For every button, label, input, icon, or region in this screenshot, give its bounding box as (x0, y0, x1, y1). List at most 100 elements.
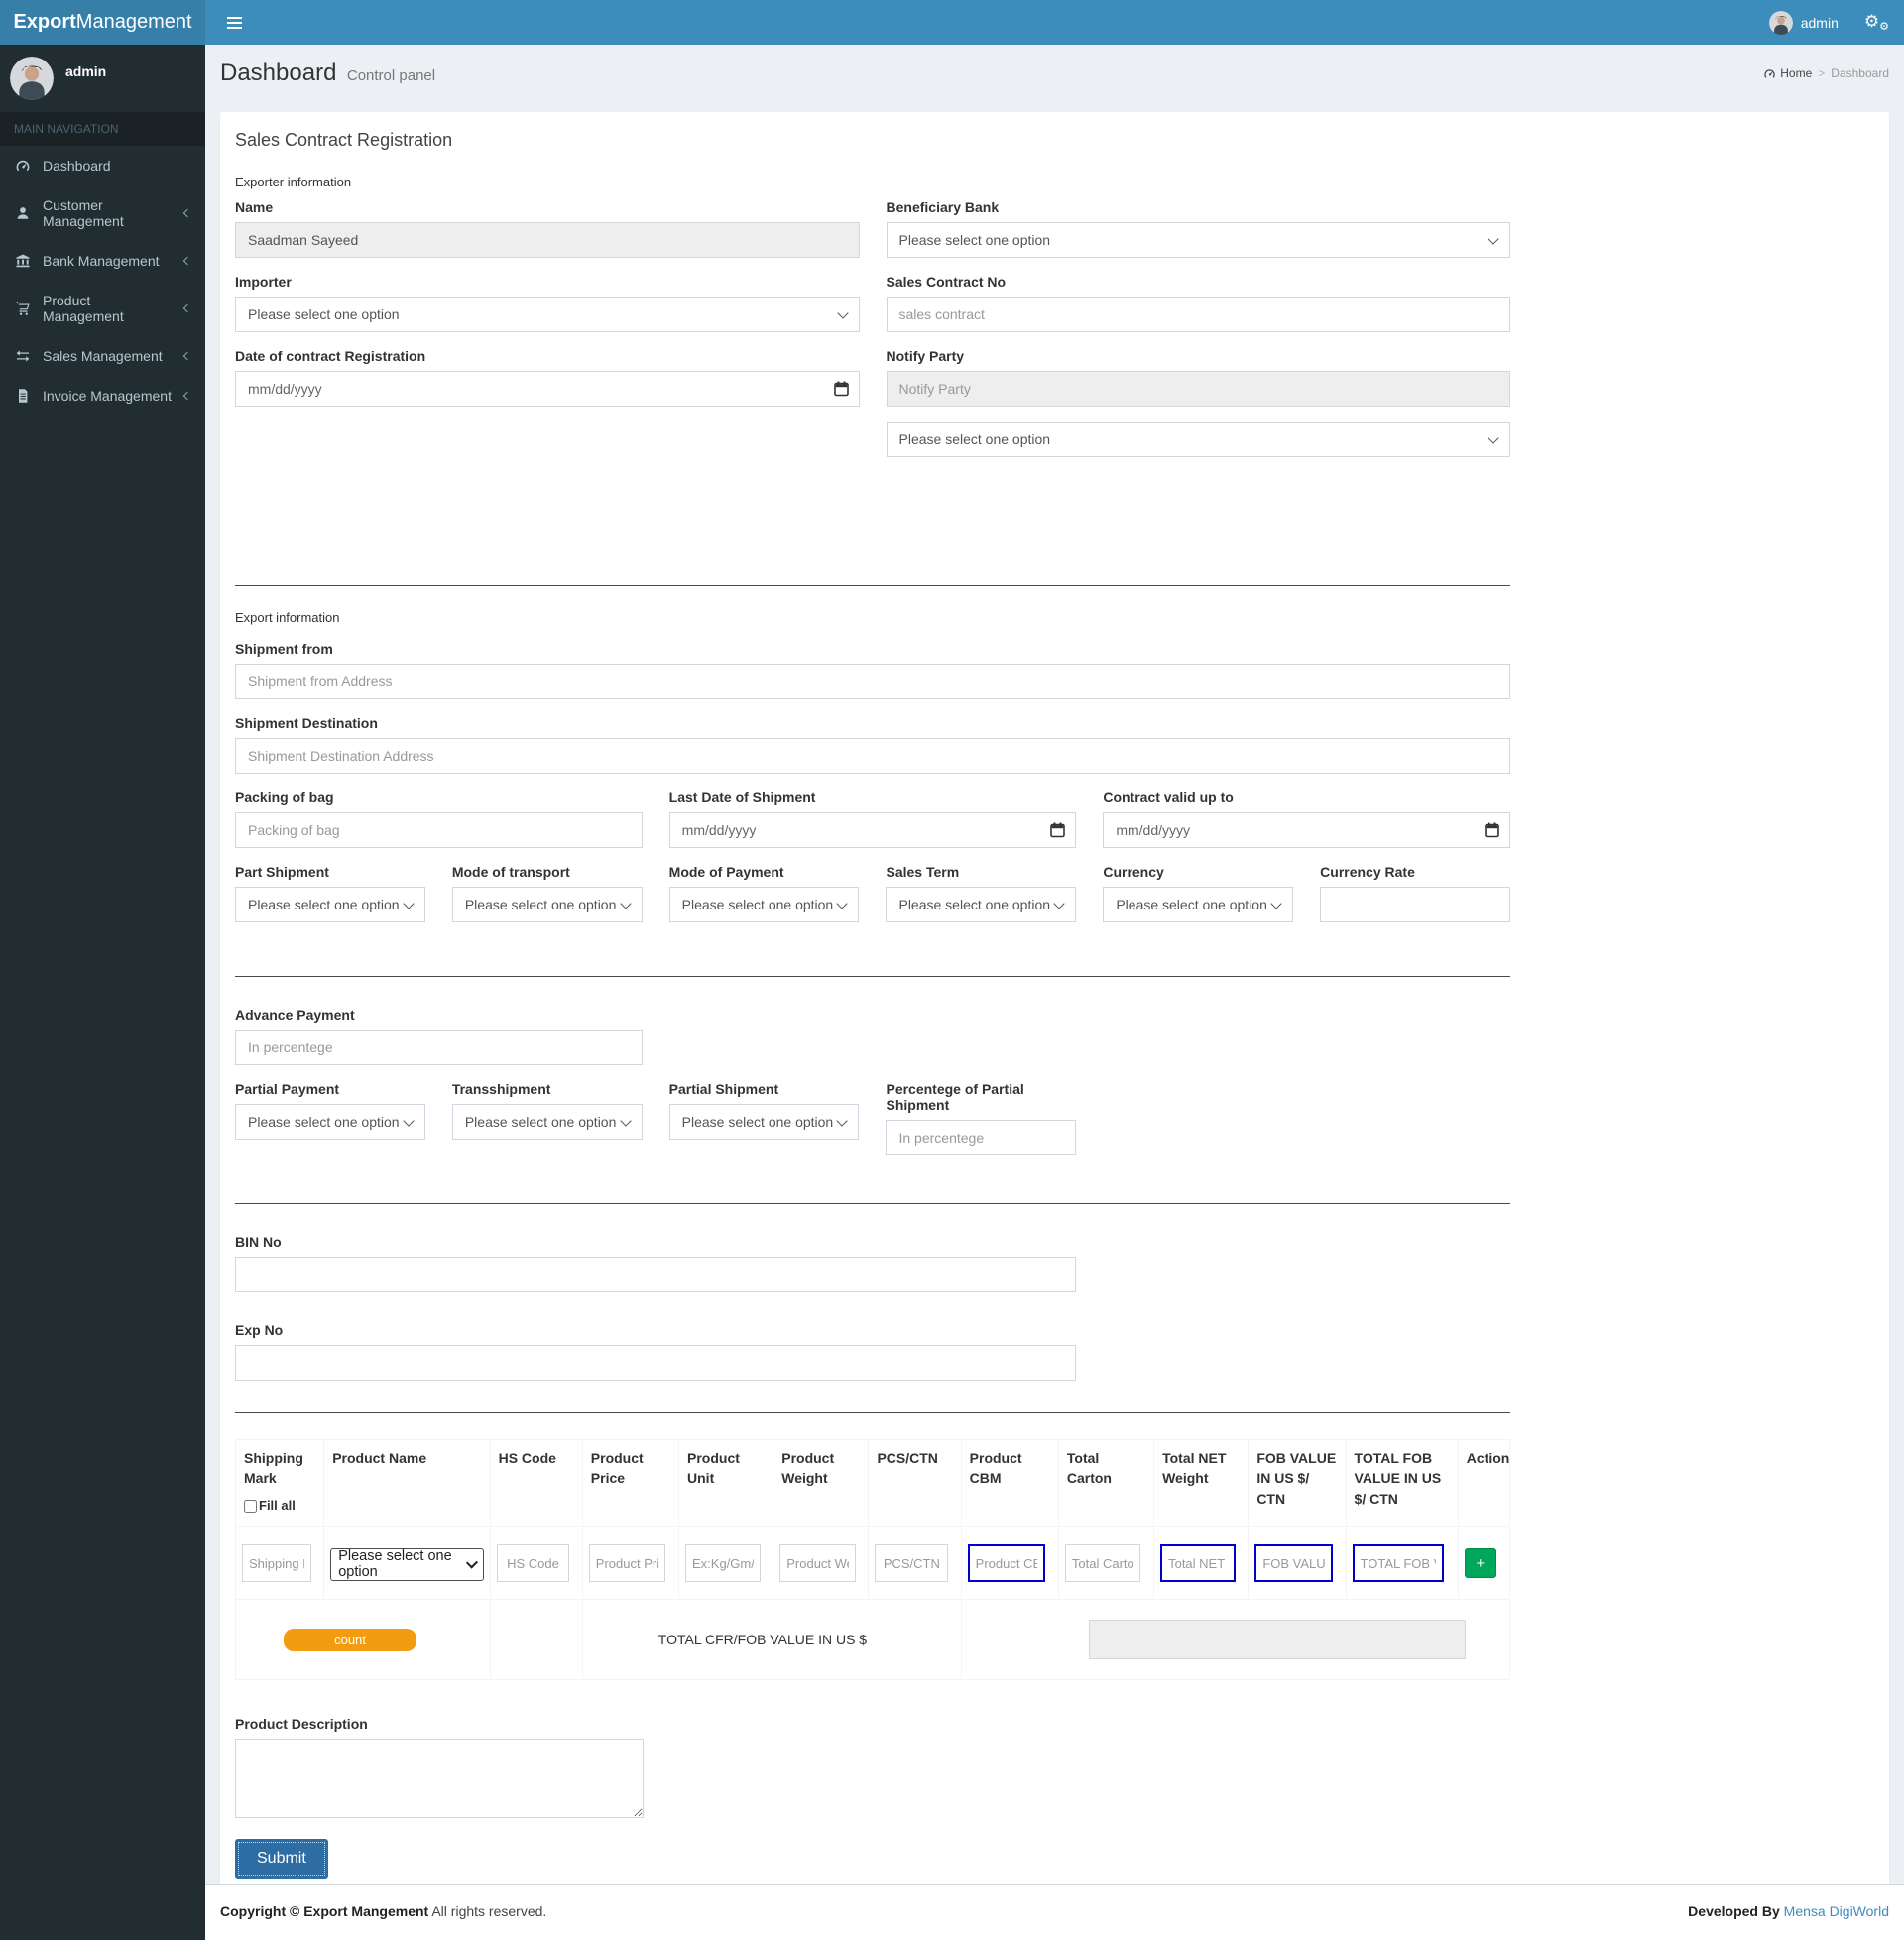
chevron-down-icon (1488, 232, 1499, 245)
packing-of-bag-input[interactable] (235, 812, 643, 848)
total-net-weight-input[interactable] (1160, 1544, 1236, 1582)
chevron-down-icon (1270, 897, 1282, 909)
name-label: Name (235, 199, 274, 215)
sales-contract-no-input[interactable] (886, 297, 1510, 332)
form-panel: Sales Contract Registration Exporter inf… (220, 112, 1889, 1896)
total-fob-value-input[interactable] (1352, 1544, 1444, 1582)
top-navbar: Export Management admin ⚙⚙ (0, 0, 1904, 45)
pcs-ctn-input[interactable] (875, 1544, 949, 1582)
sidebar-item-product-management[interactable]: Product Management (0, 281, 205, 336)
navbar-body: admin ⚙⚙ (205, 0, 1904, 45)
chevron-down-icon (836, 306, 849, 319)
mode-of-transport-select[interactable]: Please select one option (451, 887, 643, 922)
part-shipment-label: Part Shipment (235, 864, 329, 880)
sidebar-item-label: Bank Management (43, 253, 160, 269)
breadcrumb-home-link[interactable]: Home (1763, 66, 1812, 80)
notify-party-input[interactable] (886, 371, 1510, 407)
product-cbm-input[interactable] (967, 1544, 1046, 1582)
beneficiary-bank-label: Beneficiary Bank (886, 199, 1000, 215)
developed-by-label: Developed By (1688, 1903, 1780, 1919)
partial-shipment-percent-input[interactable] (886, 1120, 1077, 1155)
shipment-destination-input[interactable] (235, 738, 1510, 774)
product-weight-input[interactable] (779, 1544, 856, 1582)
beneficiary-bank-select[interactable]: Please select one option (886, 222, 1510, 258)
sidebar-item-bank-management[interactable]: Bank Management (0, 241, 205, 281)
user-menu[interactable]: admin (1768, 10, 1839, 35)
advance-payment-label: Advance Payment (235, 1007, 355, 1023)
contract-date-input[interactable]: mm/dd/yyyy (235, 371, 860, 407)
hs-code-input[interactable] (496, 1544, 570, 1582)
page-title: Dashboard (220, 60, 337, 86)
fill-all-checkbox[interactable] (244, 1499, 257, 1513)
partial-payment-label: Partial Payment (235, 1081, 340, 1097)
total-cfr-fob-label: TOTAL CFR/FOB VALUE IN US $ (657, 1632, 868, 1647)
advance-payment-input[interactable] (235, 1030, 643, 1065)
count-badge: count (284, 1628, 416, 1651)
currency-select[interactable]: Please select one option (1103, 887, 1294, 922)
currency-rate-input[interactable] (1320, 887, 1510, 922)
product-name-select[interactable]: Please select one option (330, 1547, 484, 1581)
col-product-name: Product Name (323, 1439, 491, 1527)
breadcrumb-separator: > (1818, 66, 1826, 80)
shipment-from-input[interactable] (235, 664, 1510, 699)
sidebar-item-dashboard[interactable]: Dashboard (0, 146, 205, 185)
calendar-icon (1485, 822, 1499, 838)
exp-no-input[interactable] (235, 1345, 1077, 1381)
packing-of-bag-label: Packing of bag (235, 789, 334, 805)
part-shipment-select[interactable]: Please select one option (235, 887, 425, 922)
fob-value-input[interactable] (1254, 1544, 1333, 1582)
shipping-mark-input[interactable] (242, 1544, 312, 1582)
chevron-left-icon (182, 351, 192, 361)
bin-no-input[interactable] (235, 1257, 1077, 1292)
chevron-left-icon (182, 208, 192, 218)
invoice-file-icon (15, 388, 33, 404)
developer-link[interactable]: Mensa DigiWorld (1784, 1903, 1889, 1919)
form-heading: Sales Contract Registration (235, 130, 453, 150)
sidebar-item-label: Sales Management (43, 348, 163, 364)
col-pcs-ctn: PCS/CTN (868, 1439, 962, 1527)
name-input[interactable] (235, 222, 860, 258)
partial-payment-select[interactable]: Please select one option (235, 1104, 425, 1140)
sales-term-label: Sales Term (886, 864, 960, 880)
chevron-down-icon (403, 1114, 415, 1127)
importer-label: Importer (235, 274, 292, 290)
exchange-arrows-icon (15, 348, 33, 364)
chevron-down-icon (403, 897, 415, 909)
notify-party-select[interactable]: Please select one option (886, 422, 1510, 457)
currency-rate-label: Currency Rate (1320, 864, 1415, 880)
dashboard-gauge-icon (1764, 68, 1775, 78)
user-name: admin (1800, 14, 1839, 31)
col-product-price: Product Price (581, 1439, 680, 1527)
exporter-section-label: Exporter information (235, 175, 352, 189)
sidebar-item-invoice-management[interactable]: Invoice Management (0, 376, 205, 416)
navbar-right: admin ⚙⚙ (1768, 10, 1889, 35)
col-total-fob-value: TOTAL FOB VALUE IN US $/ CTN (1345, 1439, 1459, 1527)
app-logo[interactable]: Export Management (0, 0, 205, 45)
sidebar-item-label: Invoice Management (43, 388, 172, 404)
product-price-input[interactable] (588, 1544, 666, 1582)
settings-gears-icon[interactable]: ⚙⚙ (1864, 12, 1889, 33)
sidebar-item-customer-management[interactable]: Customer Management (0, 185, 205, 241)
total-carton-input[interactable] (1064, 1544, 1141, 1582)
importer-select[interactable]: Please select one option (235, 297, 860, 332)
mode-of-payment-select[interactable]: Please select one option (668, 887, 860, 922)
submit-button[interactable]: Submit (235, 1839, 328, 1879)
sales-term-select[interactable]: Please select one option (886, 887, 1077, 922)
transshipment-select[interactable]: Please select one option (451, 1104, 643, 1140)
calendar-icon (1050, 822, 1066, 838)
notify-party-label: Notify Party (886, 348, 965, 364)
contract-valid-date-input[interactable]: mm/dd/yyyy (1103, 812, 1510, 848)
sidebar-item-sales-management[interactable]: Sales Management (0, 336, 205, 376)
partial-shipment-select[interactable]: Please select one option (668, 1104, 860, 1140)
total-cfr-fob-input[interactable] (1088, 1620, 1466, 1659)
sidebar-toggle-button[interactable] (223, 11, 246, 35)
sidebar-item-label: Product Management (43, 293, 124, 324)
col-action: Action (1457, 1439, 1511, 1527)
product-unit-input[interactable] (685, 1544, 761, 1582)
add-row-button[interactable]: + (1464, 1548, 1496, 1578)
last-shipment-date-input[interactable]: mm/dd/yyyy (668, 812, 1077, 848)
sidebar-user-name: admin (65, 63, 107, 79)
chevron-left-icon (182, 391, 192, 401)
col-shipping-mark: Shipping Mark Fill all (234, 1439, 325, 1527)
product-description-textarea[interactable] (235, 1739, 644, 1818)
